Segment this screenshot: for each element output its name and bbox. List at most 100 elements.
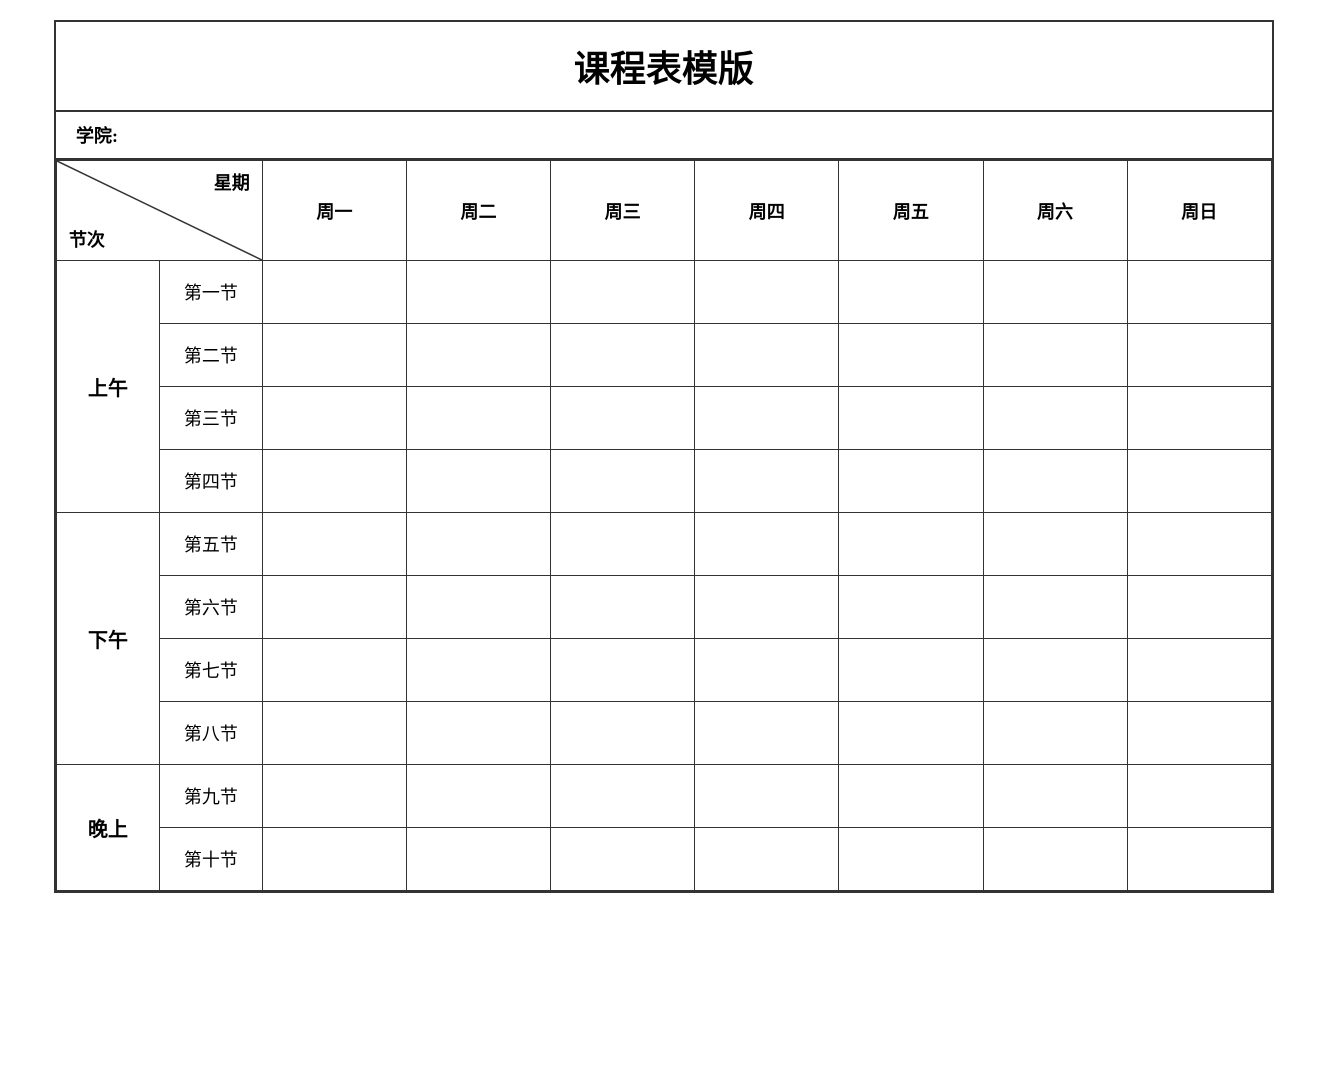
slot-0-0-day-1[interactable] <box>407 261 551 324</box>
slot-1-1-day-4[interactable] <box>839 576 983 639</box>
slot-0-1-day-5[interactable] <box>983 324 1127 387</box>
slot-0-1-day-6[interactable] <box>1127 324 1271 387</box>
period-row: 晚上第九节 <box>57 765 1272 828</box>
slot-2-0-day-1[interactable] <box>407 765 551 828</box>
slot-2-0-day-4[interactable] <box>839 765 983 828</box>
header-row: 星期 节次 周一 周二 周三 周四 周五 周六 周日 <box>57 161 1272 261</box>
slot-2-1-day-6[interactable] <box>1127 828 1271 891</box>
slot-2-0-day-5[interactable] <box>983 765 1127 828</box>
slot-0-2-day-4[interactable] <box>839 387 983 450</box>
group-label-1: 下午 <box>57 513 160 765</box>
slot-1-3-day-0[interactable] <box>262 702 406 765</box>
period-name-1-0: 第五节 <box>159 513 262 576</box>
slot-2-1-day-0[interactable] <box>262 828 406 891</box>
slot-2-0-day-3[interactable] <box>695 765 839 828</box>
period-row: 第六节 <box>57 576 1272 639</box>
slot-1-2-day-0[interactable] <box>262 639 406 702</box>
slot-0-3-day-1[interactable] <box>407 450 551 513</box>
slot-1-0-day-6[interactable] <box>1127 513 1271 576</box>
diagonal-top-label: 星期 <box>214 169 250 195</box>
slot-1-2-day-4[interactable] <box>839 639 983 702</box>
schedule-container: 课程表模版 学院: 星期 节次 周一 周二 周三 周四 周五 周六 周日 <box>54 20 1274 893</box>
group-label-2: 晚上 <box>57 765 160 891</box>
slot-0-0-day-0[interactable] <box>262 261 406 324</box>
slot-1-3-day-6[interactable] <box>1127 702 1271 765</box>
slot-0-1-day-3[interactable] <box>695 324 839 387</box>
slot-2-1-day-1[interactable] <box>407 828 551 891</box>
slot-1-0-day-3[interactable] <box>695 513 839 576</box>
slot-0-0-day-2[interactable] <box>551 261 695 324</box>
slot-1-1-day-6[interactable] <box>1127 576 1271 639</box>
title: 课程表模版 <box>56 22 1272 112</box>
slot-1-3-day-1[interactable] <box>407 702 551 765</box>
slot-0-2-day-5[interactable] <box>983 387 1127 450</box>
slot-0-0-day-6[interactable] <box>1127 261 1271 324</box>
slot-0-1-day-2[interactable] <box>551 324 695 387</box>
slot-0-2-day-1[interactable] <box>407 387 551 450</box>
slot-0-1-day-1[interactable] <box>407 324 551 387</box>
slot-0-0-day-4[interactable] <box>839 261 983 324</box>
slot-0-2-day-3[interactable] <box>695 387 839 450</box>
slot-0-0-day-3[interactable] <box>695 261 839 324</box>
period-name-0-2: 第三节 <box>159 387 262 450</box>
slot-0-3-day-6[interactable] <box>1127 450 1271 513</box>
slot-1-2-day-3[interactable] <box>695 639 839 702</box>
period-row: 第四节 <box>57 450 1272 513</box>
slot-0-3-day-4[interactable] <box>839 450 983 513</box>
slot-0-3-day-3[interactable] <box>695 450 839 513</box>
slot-0-2-day-0[interactable] <box>262 387 406 450</box>
slot-1-0-day-2[interactable] <box>551 513 695 576</box>
slot-2-1-day-5[interactable] <box>983 828 1127 891</box>
period-name-1-3: 第八节 <box>159 702 262 765</box>
period-name-0-1: 第二节 <box>159 324 262 387</box>
slot-0-3-day-2[interactable] <box>551 450 695 513</box>
slot-1-1-day-3[interactable] <box>695 576 839 639</box>
slot-0-1-day-0[interactable] <box>262 324 406 387</box>
slot-1-1-day-1[interactable] <box>407 576 551 639</box>
slot-1-2-day-5[interactable] <box>983 639 1127 702</box>
day-header-thu: 周四 <box>695 161 839 261</box>
slot-1-0-day-4[interactable] <box>839 513 983 576</box>
slot-1-2-day-2[interactable] <box>551 639 695 702</box>
slot-1-0-day-5[interactable] <box>983 513 1127 576</box>
slot-1-3-day-4[interactable] <box>839 702 983 765</box>
period-row: 第二节 <box>57 324 1272 387</box>
schedule-body: 上午第一节第二节第三节第四节下午第五节第六节第七节第八节晚上第九节第十节 <box>57 261 1272 891</box>
slot-0-3-day-5[interactable] <box>983 450 1127 513</box>
slot-1-2-day-6[interactable] <box>1127 639 1271 702</box>
slot-1-1-day-5[interactable] <box>983 576 1127 639</box>
slot-1-1-day-0[interactable] <box>262 576 406 639</box>
academy-row: 学院: <box>56 112 1272 160</box>
slot-2-1-day-3[interactable] <box>695 828 839 891</box>
slot-2-1-day-2[interactable] <box>551 828 695 891</box>
slot-1-1-day-2[interactable] <box>551 576 695 639</box>
diagonal-header-cell: 星期 节次 <box>57 161 263 261</box>
slot-2-0-day-6[interactable] <box>1127 765 1271 828</box>
period-row: 第八节 <box>57 702 1272 765</box>
period-name-1-1: 第六节 <box>159 576 262 639</box>
slot-1-3-day-5[interactable] <box>983 702 1127 765</box>
diagonal-bottom-label: 节次 <box>69 226 105 252</box>
group-label-0: 上午 <box>57 261 160 513</box>
slot-1-0-day-1[interactable] <box>407 513 551 576</box>
slot-0-3-day-0[interactable] <box>262 450 406 513</box>
day-header-tue: 周二 <box>407 161 551 261</box>
slot-2-0-day-2[interactable] <box>551 765 695 828</box>
slot-1-2-day-1[interactable] <box>407 639 551 702</box>
day-header-sun: 周日 <box>1127 161 1271 261</box>
slot-1-0-day-0[interactable] <box>262 513 406 576</box>
slot-0-2-day-2[interactable] <box>551 387 695 450</box>
day-header-sat: 周六 <box>983 161 1127 261</box>
period-row: 上午第一节 <box>57 261 1272 324</box>
day-header-fri: 周五 <box>839 161 983 261</box>
day-header-wed: 周三 <box>551 161 695 261</box>
slot-0-2-day-6[interactable] <box>1127 387 1271 450</box>
period-name-1-2: 第七节 <box>159 639 262 702</box>
slot-0-0-day-5[interactable] <box>983 261 1127 324</box>
slot-1-3-day-3[interactable] <box>695 702 839 765</box>
slot-2-0-day-0[interactable] <box>262 765 406 828</box>
schedule-table: 星期 节次 周一 周二 周三 周四 周五 周六 周日 上午第一节第二节第三节第四… <box>56 160 1272 891</box>
slot-0-1-day-4[interactable] <box>839 324 983 387</box>
slot-1-3-day-2[interactable] <box>551 702 695 765</box>
slot-2-1-day-4[interactable] <box>839 828 983 891</box>
